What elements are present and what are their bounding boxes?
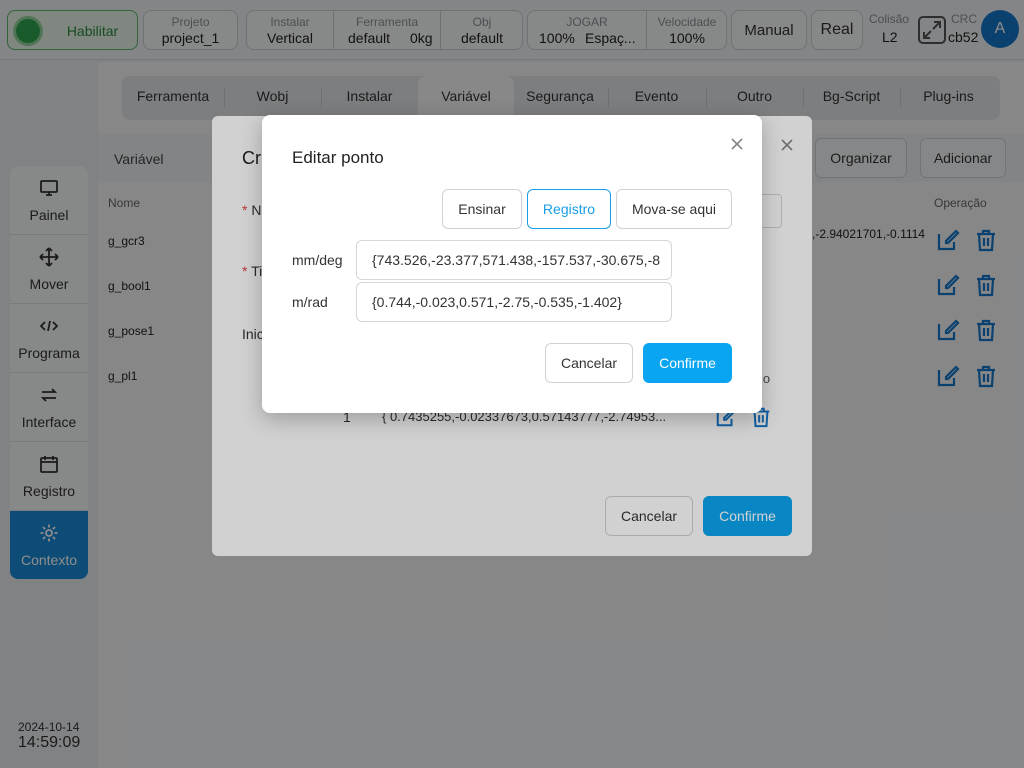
record-button[interactable]: Registro [527, 189, 611, 229]
move-here-button[interactable]: Mova-se aqui [616, 189, 732, 229]
teach-button[interactable]: Ensinar [442, 189, 522, 229]
confirm-button[interactable]: Confirme [643, 343, 732, 383]
m-rad-label: m/rad [292, 294, 328, 310]
m-rad-field[interactable]: {0.744,-0.023,0.571,-2.75,-0.535,-1.402} [356, 282, 672, 322]
edit-point-dialog: Editar ponto Ensinar Registro Mova-se aq… [262, 115, 762, 413]
cancel-button[interactable]: Cancelar [545, 343, 633, 383]
mm-deg-field[interactable]: {743.526,-23.377,571.438,-157.537,-30.67… [356, 240, 672, 280]
close-icon[interactable] [730, 137, 744, 151]
mm-deg-label: mm/deg [292, 252, 343, 268]
edit-dialog-title: Editar ponto [292, 148, 384, 167]
